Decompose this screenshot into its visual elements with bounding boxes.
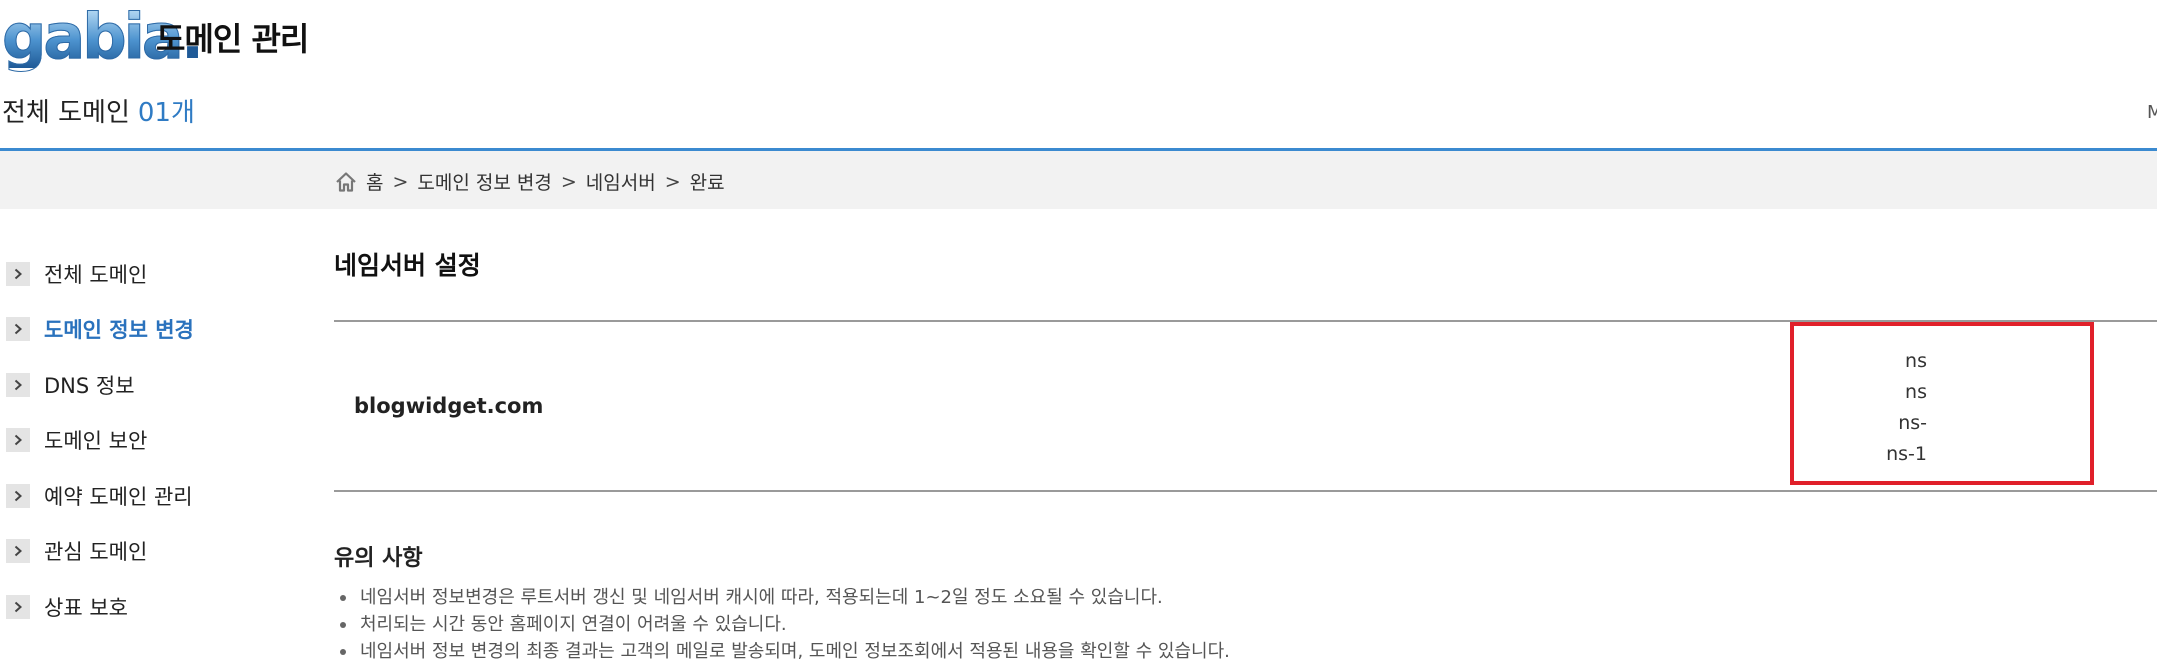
sidebar: 전체 도메인 도메인 정보 변경 DNS 정보 도메인 보안 예약 도메인 관리… bbox=[0, 246, 300, 635]
divider bbox=[334, 490, 2157, 492]
breadcrumb-separator: > bbox=[664, 170, 681, 193]
total-domains: 전체 도메인 01개 bbox=[2, 92, 195, 129]
notice-text: 네임서버 정보변경은 루트서버 갱신 및 네임서버 캐시에 따라, 적용되는데 … bbox=[360, 587, 1163, 608]
list-item: 네임서버 정보변경은 루트서버 갱신 및 네임서버 캐시에 따라, 적용되는데 … bbox=[340, 584, 1230, 611]
chevron-right-icon bbox=[6, 372, 30, 397]
breadcrumb: 홈 > 도메인 정보 변경 > 네임서버 > 완료 bbox=[334, 168, 725, 195]
list-item: 네임서버 정보 변경의 최종 결과는 고객의 메일로 발송되며, 도메인 정보조… bbox=[340, 638, 1230, 665]
notice-text: 처리되는 시간 동안 홈페이지 연결이 어려울 수 있습니다. bbox=[360, 614, 787, 635]
sidebar-item-label: 예약 도메인 관리 bbox=[44, 484, 193, 509]
bullet-icon bbox=[340, 648, 346, 655]
notice-text: 네임서버 정보 변경의 최종 결과는 고객의 메일로 발송되며, 도메인 정보조… bbox=[360, 641, 1230, 662]
highlight-box bbox=[1790, 322, 2094, 485]
header: gabia . 도메인 관리 전체 도메인 01개 M bbox=[0, 0, 2157, 151]
total-domains-label: 전체 도메인 bbox=[2, 98, 130, 128]
logo-text: gabia bbox=[2, 0, 185, 73]
home-icon[interactable] bbox=[334, 170, 358, 194]
breadcrumb-nameserver[interactable]: 네임서버 bbox=[586, 168, 656, 195]
list-item: 처리되는 시간 동안 홈페이지 연결이 어려울 수 있습니다. bbox=[340, 611, 1230, 638]
chevron-right-icon bbox=[6, 539, 30, 564]
sidebar-item-dns-info[interactable]: DNS 정보 bbox=[0, 357, 300, 413]
page-title: 네임서버 설정 bbox=[334, 251, 481, 280]
domain-name: blogwidget.com bbox=[354, 394, 544, 418]
sidebar-item-reserved-domains[interactable]: 예약 도메인 관리 bbox=[0, 468, 300, 524]
sidebar-item-label: DNS 정보 bbox=[44, 373, 135, 398]
notice-title: 유의 사항 bbox=[334, 546, 423, 571]
chevron-right-icon bbox=[6, 317, 30, 342]
sidebar-item-all-domains[interactable]: 전체 도메인 bbox=[0, 246, 300, 302]
total-domains-count[interactable]: 01개 bbox=[138, 98, 195, 128]
chevron-right-icon bbox=[6, 483, 30, 508]
chevron-right-icon bbox=[6, 594, 30, 619]
sidebar-item-label: 도메인 정보 변경 bbox=[44, 318, 194, 343]
notice-list: 네임서버 정보변경은 루트서버 갱신 및 네임서버 캐시에 따라, 적용되는데 … bbox=[340, 584, 1230, 665]
header-edge-text: M bbox=[2147, 102, 2157, 123]
sidebar-item-domain-security[interactable]: 도메인 보안 bbox=[0, 413, 300, 469]
breadcrumb-separator: > bbox=[560, 170, 577, 193]
sidebar-item-label: 전체 도메인 bbox=[44, 262, 148, 287]
chevron-right-icon bbox=[6, 428, 30, 453]
breadcrumb-bar: 홈 > 도메인 정보 변경 > 네임서버 > 완료 bbox=[0, 151, 2157, 209]
chevron-right-icon bbox=[6, 261, 30, 286]
sidebar-item-label: 관심 도메인 bbox=[44, 540, 148, 565]
sidebar-item-trademark-protection[interactable]: 상표 보호 bbox=[0, 579, 300, 635]
breadcrumb-domain-info-change[interactable]: 도메인 정보 변경 bbox=[417, 168, 551, 195]
sidebar-item-watched-domains[interactable]: 관심 도메인 bbox=[0, 524, 300, 580]
bullet-icon bbox=[340, 594, 346, 601]
bullet-icon bbox=[340, 621, 346, 628]
sidebar-item-label: 상표 보호 bbox=[44, 595, 128, 620]
breadcrumb-complete: 완료 bbox=[689, 172, 725, 194]
breadcrumb-separator: > bbox=[392, 170, 409, 193]
breadcrumb-home[interactable]: 홈 bbox=[366, 168, 383, 195]
sidebar-item-domain-info-change[interactable]: 도메인 정보 변경 bbox=[0, 302, 300, 358]
app-title: 도메인 관리 bbox=[156, 20, 309, 58]
sidebar-item-label: 도메인 보안 bbox=[44, 429, 148, 454]
